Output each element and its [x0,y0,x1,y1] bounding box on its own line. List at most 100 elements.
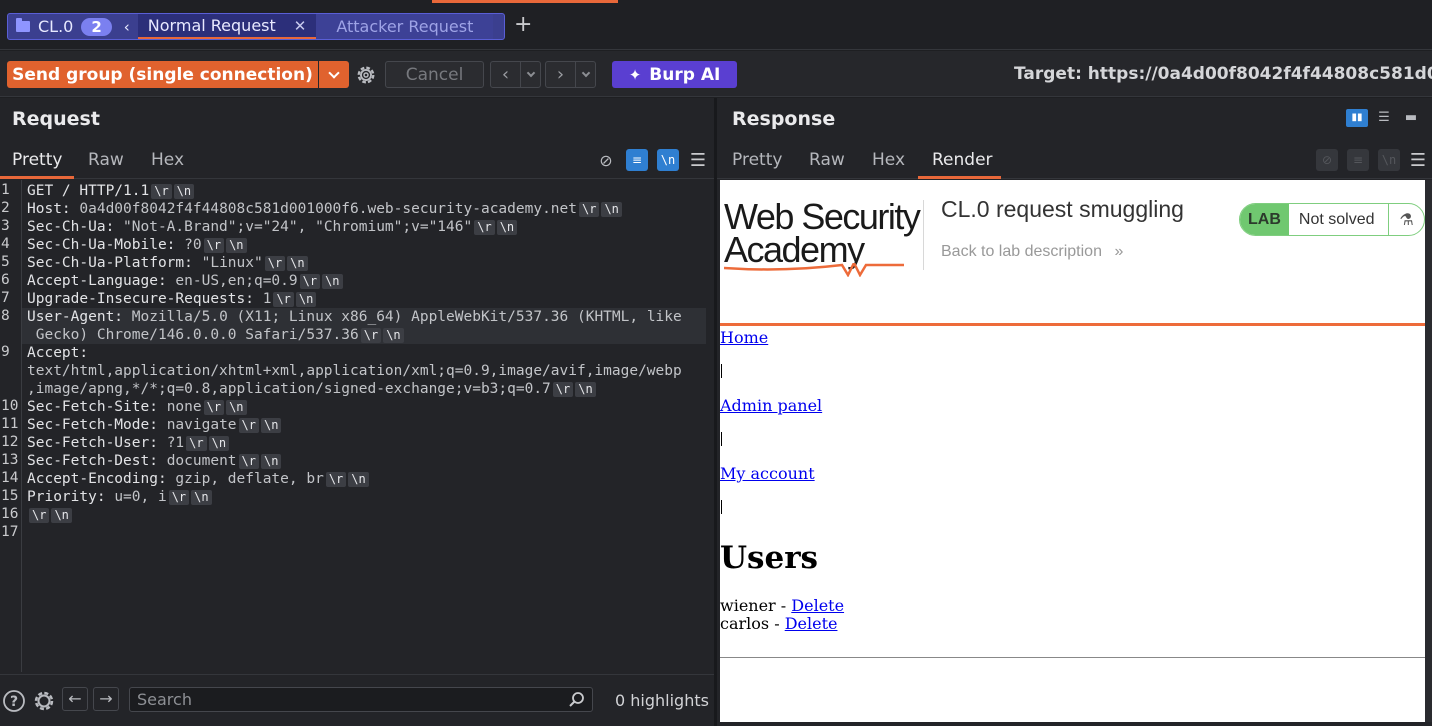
code-line: \r \n [27,506,72,524]
code-line: GET / HTTP/1.1 \r \n [27,182,195,200]
lab-status-badge: LAB Not solved ⚗ [1239,203,1425,236]
crlf-marker-r: \r [238,418,259,433]
tab-hex[interactable]: Hex [872,150,905,170]
nav-my-account-link[interactable]: My account [720,464,815,483]
header-value: text/html,application/xhtml+xml,applicat… [27,363,682,379]
crlf-marker-r: \r [552,382,574,397]
eye-off-icon: ⊘ [1316,149,1338,171]
line-number: 13 [1,452,19,468]
user-row: carlos - Delete [720,614,837,633]
users-heading: Users [720,540,818,576]
nav-admin-panel-link[interactable]: Admin panel [720,396,822,415]
send-group-button[interactable]: Send group (single connection) [7,61,318,88]
menu-icon[interactable]: ☰ [1407,149,1429,171]
user-name: wiener - [720,596,792,615]
delete-user-link[interactable]: Delete [785,614,838,633]
lab-status: Not solved [1288,204,1388,235]
single-pane-icon[interactable]: ▬ [1400,109,1422,127]
header-name: Accept-Language: [27,273,176,289]
flask-icon: ⚗ [1388,204,1424,235]
burp-ai-button[interactable]: ✦ Burp AI [612,61,737,88]
crlf-marker-r: \r [29,508,50,523]
crlf-marker-n: \n [260,418,282,433]
wrap-lines-icon[interactable]: ≡ [626,149,648,171]
forward-history-dropdown[interactable] [575,61,596,88]
crlf-marker-r: \r [238,454,259,469]
code-line: Sec-Fetch-Mode: navigate \r \n [27,416,282,434]
menu-icon[interactable]: ☰ [687,149,709,171]
previous-match-button[interactable]: ← [62,687,88,711]
tab-group-label[interactable]: CL.0 2 ‹ [8,14,138,39]
tab-normal-request[interactable]: Normal Request ✕ [137,14,317,39]
code-line: Sec-Ch-Ua-Platform: "Linux" \r \n [27,254,308,272]
tab-raw[interactable]: Raw [88,150,124,170]
code-line: Upgrade-Insecure-Requests: 1 \r \n [27,290,317,308]
code-line: Sec-Ch-Ua: "Not-A.Brand";v="24", "Chromi… [27,218,518,236]
line-number: 1 [1,182,10,198]
cancel-button[interactable]: Cancel [385,61,484,88]
chevron-down-icon [526,68,535,77]
nav-home-link[interactable]: Home [720,328,768,347]
add-tab-icon[interactable]: + [514,12,532,37]
send-options-dropdown[interactable] [319,61,349,88]
tab-pretty[interactable]: Pretty [732,150,782,170]
search-input[interactable] [129,687,593,712]
response-pane: Response ▮▮ ☰ ▬ Pretty Raw Hex Render ⊘ … [717,98,1432,726]
crlf-marker-r: \r [151,184,172,199]
header-name: Sec-Ch-Ua-Platform: [27,255,202,271]
split-horizontal-icon[interactable]: ☰ [1373,109,1395,127]
tab-raw[interactable]: Raw [809,150,845,170]
forward-button[interactable]: › [545,61,576,88]
split-vertical-icon[interactable]: ▮▮ [1346,109,1368,127]
line-number: 6 [1,272,10,288]
newline-toggle-icon[interactable]: \n [657,149,679,171]
header-value: ?1 [166,435,185,451]
crlf-marker-n: \n [226,400,247,415]
lab-header: Web Security Academy CL.0 request smuggl… [720,180,1425,326]
double-chevron-icon: » [1114,243,1124,260]
tab-render[interactable]: Render [932,150,993,170]
line-number: 12 [1,434,19,450]
crlf-marker-r: \r [168,490,190,505]
crlf-marker-n: \n [496,220,518,235]
tab-group[interactable]: CL.0 2 ‹ Normal Request ✕ Attacker Reque… [7,13,505,40]
highlights-count: 0 highlights [615,691,709,710]
line-number: 16 [1,506,19,522]
eye-off-icon[interactable]: ⊘ [595,149,617,171]
scrollbar[interactable] [1425,180,1432,722]
gear-icon[interactable] [32,689,56,713]
tab-hex[interactable]: Hex [151,150,184,170]
header-value: en-US,en;q=0.9 [175,273,298,289]
tab-underline [0,176,74,179]
nav-separator [721,364,722,378]
crlf-marker-n: \n [191,490,212,505]
gear-icon[interactable] [355,64,377,86]
tab-pretty[interactable]: Pretty [12,150,62,170]
code-line: ,image/apng,*/*;q=0.8,application/signed… [27,380,596,398]
line-number: 11 [1,416,19,432]
header-value: ,image/apng,*/*;q=0.8,application/signed… [27,381,551,397]
close-icon[interactable]: ✕ [294,17,307,35]
header-value: "Linux" [201,255,263,271]
tab-attacker-request[interactable]: Attacker Request [316,14,494,39]
line-number: 7 [1,290,10,306]
request-title: Request [12,108,100,130]
back-to-lab-link[interactable]: Back to lab description » [941,243,1123,261]
back-history-dropdown[interactable] [520,61,541,88]
delete-user-link[interactable]: Delete [791,596,844,615]
line-number: 5 [1,254,10,270]
arrow-right-icon: → [99,689,113,708]
target-url[interactable]: Target: https://0a4d00f8042f4f44808c581d… [1014,64,1432,84]
crlf-marker-n: \n [322,274,343,289]
layout-switcher: ▮▮ ☰ ▬ [1346,109,1422,127]
chevron-left-icon[interactable]: ‹ [124,18,130,36]
crlf-marker-n: \n [173,184,195,199]
toolbar: Send group (single connection) Cancel ‹ … [0,51,1432,97]
code-line: Accept: [27,344,97,362]
back-button[interactable]: ‹ [490,61,521,88]
request-editor[interactable]: 1 2 3 4 5 6 7 8 9 10 11 12 13 14 15 16 17 GET / HTTP/1.1… [0,180,714,672]
header-name: Sec-Ch-Ua-Mobile: [27,237,185,253]
help-icon[interactable]: ? [2,689,26,713]
crlf-marker-r: \r [273,292,294,307]
next-match-button[interactable]: → [93,687,119,711]
